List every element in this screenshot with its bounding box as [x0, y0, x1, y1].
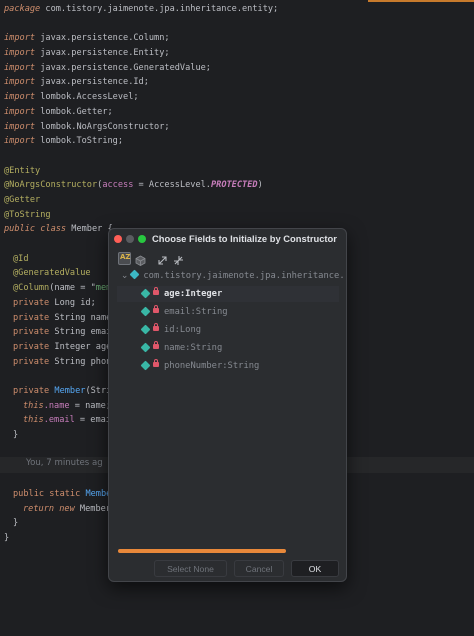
- lock-icon: [153, 287, 159, 295]
- cube-icon: [135, 255, 146, 266]
- ok-button[interactable]: OK: [291, 560, 339, 577]
- package-icon: [129, 269, 140, 280]
- code-line-annotation: @NoArgsConstructor(access = AccessLevel.…: [4, 180, 263, 190]
- code-line-package: package com.tistory.jaimenote.jpa.inheri…: [4, 4, 279, 14]
- field-row-name[interactable]: name:String: [117, 340, 339, 356]
- field-row-phone-number[interactable]: phoneNumber:String: [117, 358, 339, 374]
- choose-fields-dialog[interactable]: Choose Fields to Initialize by Construct…: [108, 228, 347, 582]
- progress-bar: [118, 549, 286, 553]
- code-line-constructor: private Member(Strin: [13, 386, 117, 396]
- code-line-annotation: @GeneratedValue: [13, 268, 91, 278]
- code-line-assign: this.email = email: [23, 415, 117, 425]
- sort-az-icon: AZ: [120, 253, 131, 261]
- code-line-import: import lombok.NoArgsConstructor;: [4, 122, 170, 132]
- code-line-field: private String name;: [13, 313, 117, 323]
- close-window-button[interactable]: [114, 235, 122, 243]
- code-line-brace: }: [13, 518, 19, 528]
- lock-icon: [153, 323, 159, 331]
- select-none-button[interactable]: Select None: [154, 560, 227, 577]
- code-line-method: public static Member: [13, 489, 117, 499]
- field-icon: [140, 342, 151, 353]
- field-icon: [140, 306, 151, 317]
- code-line-field: private String email: [13, 327, 117, 337]
- cancel-button[interactable]: Cancel: [234, 560, 284, 577]
- expand-all-icon: [158, 256, 167, 265]
- lock-icon: [153, 305, 159, 313]
- dialog-title: Choose Fields to Initialize by Construct…: [152, 233, 337, 244]
- code-line-import: import lombok.ToString;: [4, 136, 124, 146]
- field-icon: [140, 288, 151, 299]
- tree-root-class[interactable]: ⌄ com.tistory.jaimenote.jpa.inheritance.: [121, 269, 345, 281]
- code-line-field: private String phone: [13, 357, 117, 367]
- expand-all-button[interactable]: [156, 252, 169, 265]
- code-line-assign: this.name = name;: [23, 401, 111, 411]
- field-row-email[interactable]: email:String: [117, 304, 339, 320]
- code-line-annotation: @Getter: [4, 195, 41, 205]
- code-line-import: import javax.persistence.Id;: [4, 77, 149, 87]
- code-line-import: import javax.persistence.Entity;: [4, 48, 170, 58]
- field-icon: [140, 324, 151, 335]
- code-line-return: return new Member(: [23, 504, 117, 514]
- chevron-down-icon[interactable]: ⌄: [121, 271, 128, 281]
- zoom-window-button[interactable]: [138, 235, 146, 243]
- dialog-title-bar[interactable]: Choose Fields to Initialize by Construct…: [109, 229, 346, 249]
- inline-blame-text: You, 7 minutes ag: [26, 458, 103, 468]
- top-accent-bar: [368, 0, 474, 2]
- show-classes-button[interactable]: [134, 252, 147, 266]
- field-row-age[interactable]: age:Integer: [117, 286, 339, 302]
- field-icon: [140, 360, 151, 371]
- code-line-field: private Integer age;: [13, 342, 117, 352]
- lock-icon: [153, 341, 159, 349]
- sort-alphabetically-button[interactable]: AZ: [118, 252, 131, 265]
- code-line-brace: }: [4, 533, 10, 543]
- code-line-field: private Long id;: [13, 298, 96, 308]
- code-line-annotation: @Entity: [4, 166, 41, 176]
- code-line-import: import lombok.Getter;: [4, 107, 113, 117]
- code-line-import: import lombok.AccessLevel;: [4, 92, 139, 102]
- lock-icon: [153, 359, 159, 367]
- field-row-id[interactable]: id:Long: [117, 322, 339, 338]
- minimize-window-button[interactable]: [126, 235, 134, 243]
- code-line-annotation: @Column(name = "memb: [13, 283, 117, 293]
- collapse-all-button[interactable]: [172, 252, 185, 265]
- code-line-annotation: @ToString: [4, 210, 51, 220]
- code-line-import: import javax.persistence.GeneratedValue;: [4, 63, 211, 73]
- code-line-annotation: @Id: [13, 254, 29, 264]
- code-line-class: public class Member {: [4, 224, 113, 234]
- code-line-import: import javax.persistence.Column;: [4, 33, 170, 43]
- collapse-all-icon: [174, 256, 183, 265]
- code-line-brace: }: [13, 430, 19, 440]
